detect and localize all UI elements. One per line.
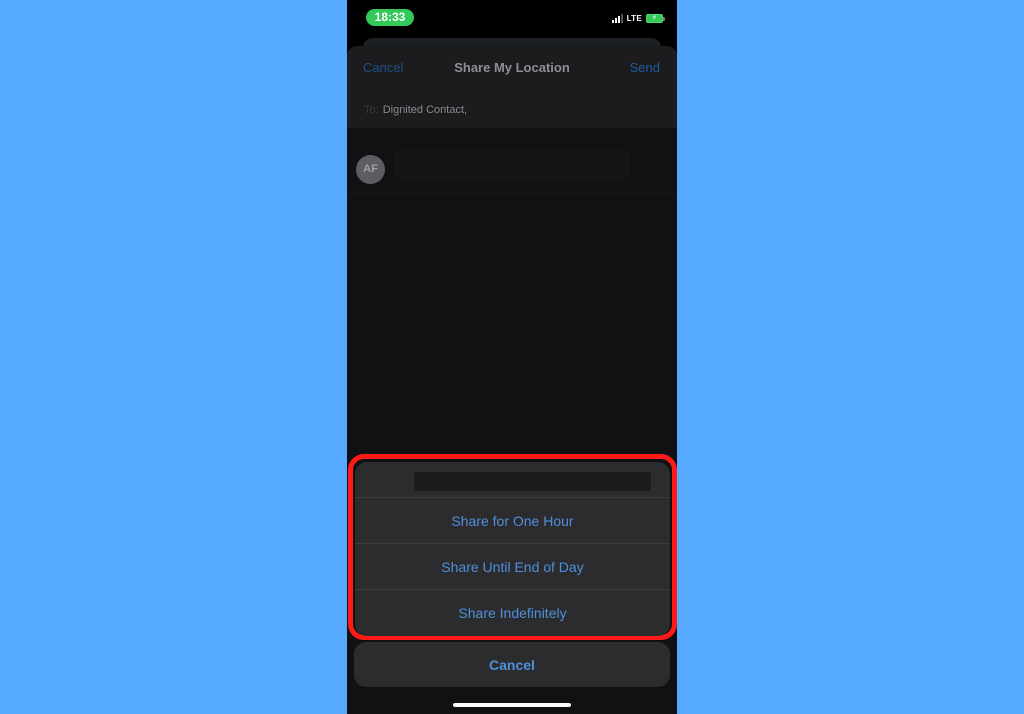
message-row: AF <box>347 128 677 194</box>
recipient-label: To: <box>364 103 379 116</box>
phone-screen: 18:33 LTE ⚡ Cancel Share My Location Sen… <box>347 0 677 714</box>
share-indefinitely-button[interactable]: Share Indefinitely <box>355 590 670 636</box>
status-icons: LTE ⚡ <box>611 12 665 24</box>
send-button[interactable]: Send <box>630 60 660 75</box>
action-sheet: Share for One Hour Share Until End of Da… <box>355 462 670 636</box>
avatar: AF <box>356 155 385 184</box>
signal-bars-icon <box>611 13 623 23</box>
page-title: Share My Location <box>454 60 570 75</box>
recipient-value[interactable]: Dignited Contact, <box>383 104 467 116</box>
cancel-button[interactable]: Cancel <box>354 642 670 687</box>
share-location-sheet: Cancel Share My Location Send To: Dignit… <box>347 46 677 714</box>
share-one-hour-button[interactable]: Share for One Hour <box>355 498 670 544</box>
battery-charging-icon: ⚡ <box>646 13 665 23</box>
status-time: 18:33 <box>366 9 414 26</box>
message-preview-redacted <box>394 150 630 182</box>
header-redacted <box>414 472 651 491</box>
nav-bar: Cancel Share My Location Send <box>347 46 677 91</box>
share-end-of-day-button[interactable]: Share Until End of Day <box>355 544 670 590</box>
action-sheet-header <box>355 462 670 498</box>
home-indicator[interactable] <box>453 703 571 707</box>
status-bar: 18:33 LTE ⚡ <box>347 0 677 36</box>
network-type: LTE <box>626 13 642 23</box>
recipient-field[interactable]: To: Dignited Contact, <box>347 91 677 128</box>
